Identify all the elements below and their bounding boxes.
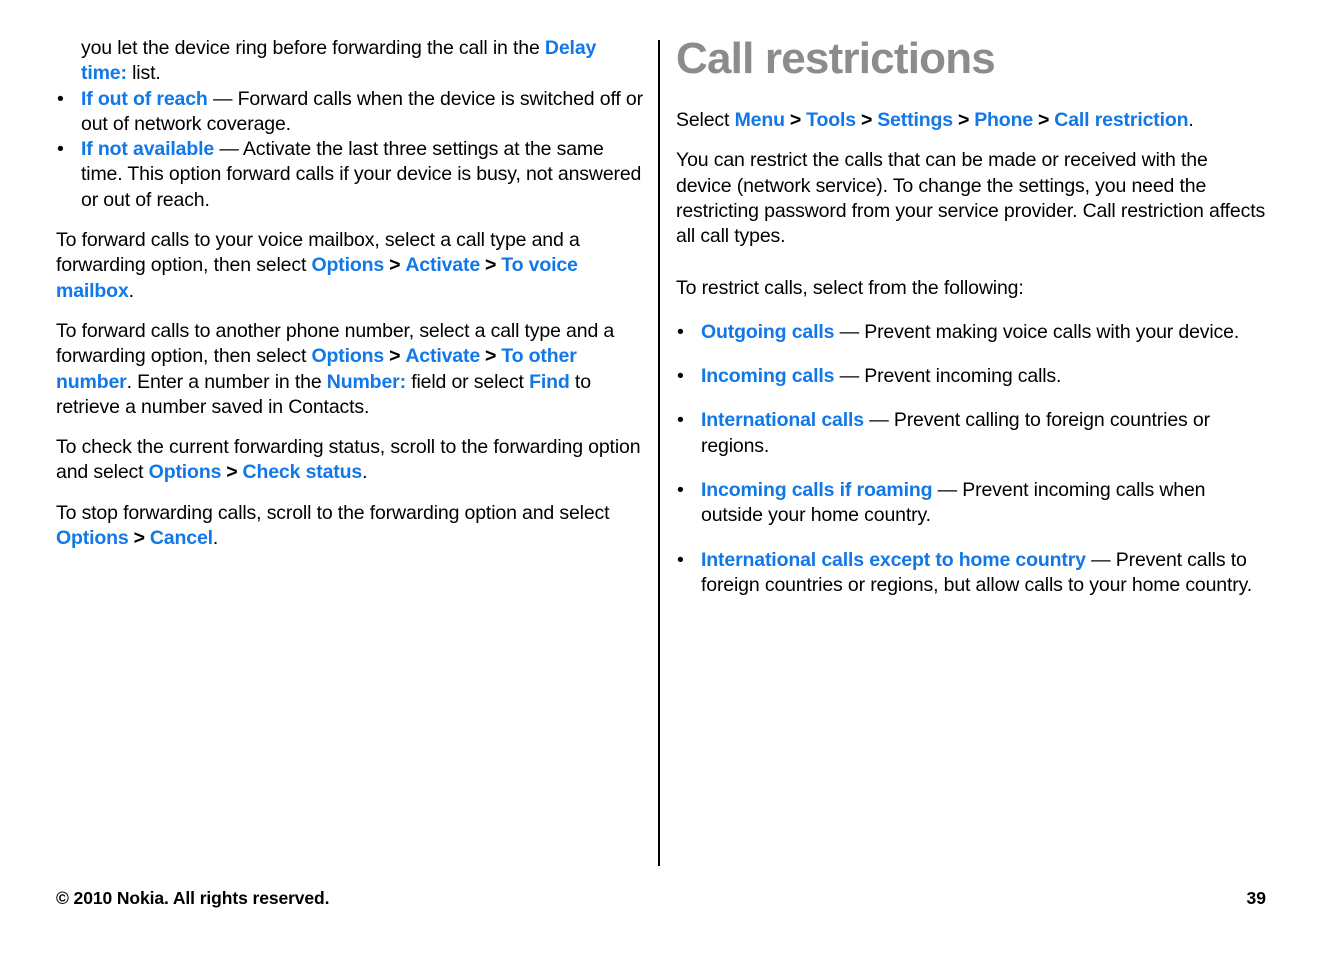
intro-paragraph: You can restrict the calls that can be m… xyxy=(676,149,1266,248)
options-link[interactable]: Options xyxy=(149,461,222,483)
option-dash: — xyxy=(932,478,963,501)
list-item: • International calls except to home coun… xyxy=(676,548,1268,599)
continuation-text-1: you let the device ring before forwardin… xyxy=(81,37,545,59)
activate-link[interactable]: Activate xyxy=(405,254,480,276)
copyright-notice: © 2010 Nokia. All rights reserved. xyxy=(56,888,330,908)
breadcrumb-prefix: Select xyxy=(676,109,735,131)
option-dash: — xyxy=(214,138,243,161)
page-footer: © 2010 Nokia. All rights reserved. 39 xyxy=(56,888,1266,914)
options-link[interactable]: Options xyxy=(56,527,129,549)
breadcrumb-item-menu[interactable]: Menu xyxy=(735,109,785,131)
option-dash: — xyxy=(1085,548,1116,571)
activate-link[interactable]: Activate xyxy=(405,345,480,367)
option-term-incoming-calls-if-roaming[interactable]: Incoming calls if roaming xyxy=(701,479,933,501)
breadcrumb-separator: > xyxy=(485,345,497,368)
option-term-international-calls[interactable]: International calls xyxy=(701,409,864,431)
breadcrumb-suffix: . xyxy=(1188,109,1194,131)
options-link[interactable]: Options xyxy=(312,254,385,276)
option-term-outgoing-calls[interactable]: Outgoing calls xyxy=(701,321,834,343)
option-dash: — xyxy=(863,409,894,432)
continuation-text-2: list. xyxy=(126,62,161,85)
bullet-icon: • xyxy=(57,87,64,110)
option-dash: — xyxy=(834,365,865,388)
restriction-options-list: • Outgoing calls — Prevent making voice c… xyxy=(676,320,1268,598)
paragraph-other-number: To forward calls to another phone number… xyxy=(56,319,646,420)
paragraph-check-status: To check the current forwarding status, … xyxy=(56,435,646,486)
list-intro-paragraph: To restrict calls, select from the follo… xyxy=(676,277,1024,300)
paragraph-voice-mailbox: To forward calls to your voice mailbox, … xyxy=(56,228,646,304)
continuation-paragraph: you let the device ring before forwardin… xyxy=(56,36,646,87)
bullet-icon: • xyxy=(677,320,684,343)
list-item: • Outgoing calls — Prevent making voice c… xyxy=(676,320,1268,345)
option-description: Prevent making voice calls with your dev… xyxy=(864,320,1240,343)
breadcrumb-separator: > xyxy=(957,109,970,131)
option-term-if-not-available[interactable]: If not available xyxy=(81,138,214,160)
paragraph-stop-forwarding: To stop forwarding calls, scroll to the … xyxy=(56,501,646,552)
bullet-icon: • xyxy=(677,548,684,571)
left-column: you let the device ring before forwardin… xyxy=(56,36,646,566)
breadcrumb-separator: > xyxy=(226,461,238,484)
list-item: • International calls — Prevent calling t… xyxy=(676,408,1268,459)
text-run: To stop forwarding calls, scroll to the … xyxy=(56,501,610,524)
bullet-icon: • xyxy=(677,365,684,388)
right-column: Call restrictions Select Menu > Tools > Sett… xyxy=(676,36,1268,598)
bullet-icon: • xyxy=(677,478,684,501)
breadcrumb-separator: > xyxy=(133,527,145,550)
option-dash: — xyxy=(834,320,865,343)
document-page: you let the device ring before forwardin… xyxy=(0,0,1322,954)
list-item: • If not available — Activate the last th… xyxy=(56,137,646,213)
find-link[interactable]: Find xyxy=(529,371,570,393)
column-divider xyxy=(658,40,660,866)
list-item: • Incoming calls if roaming — Prevent inc… xyxy=(676,478,1268,529)
number-field-link[interactable]: Number: xyxy=(327,371,406,393)
text-run: . xyxy=(128,279,134,302)
list-item: • If out of reach — Forward calls when th… xyxy=(56,87,646,138)
forwarding-options-list: • If out of reach — Forward calls when th… xyxy=(56,87,646,213)
breadcrumb-item-call-restriction[interactable]: Call restriction xyxy=(1054,109,1188,131)
breadcrumb-item-settings[interactable]: Settings xyxy=(877,109,953,131)
breadcrumb-separator: > xyxy=(389,345,401,368)
option-dash: — xyxy=(207,87,238,110)
breadcrumb-separator: > xyxy=(389,254,401,277)
text-run: field or select xyxy=(405,370,530,393)
breadcrumb-separator: > xyxy=(1038,109,1050,131)
check-status-link[interactable]: Check status xyxy=(243,461,363,483)
option-term-incoming-calls[interactable]: Incoming calls xyxy=(701,365,835,387)
option-term-if-out-of-reach[interactable]: If out of reach xyxy=(81,88,208,110)
breadcrumb-separator: > xyxy=(860,109,873,131)
page-title: Call restrictions xyxy=(676,34,996,83)
options-link[interactable]: Options xyxy=(312,345,385,367)
cancel-link[interactable]: Cancel xyxy=(150,527,213,549)
text-run: . xyxy=(212,527,219,550)
option-term-international-calls-except-home[interactable]: International calls except to home count… xyxy=(701,549,1086,571)
breadcrumb-item-phone[interactable]: Phone xyxy=(974,109,1033,131)
option-description: Prevent incoming calls. xyxy=(864,365,1062,388)
page-number: 39 xyxy=(1246,888,1266,908)
breadcrumb: Select Menu > Tools > Settings > Phone > Call re… xyxy=(676,108,1268,133)
text-run: . xyxy=(362,461,368,484)
list-item: • Incoming calls — Prevent incoming calls… xyxy=(676,364,1268,389)
breadcrumb-separator: > xyxy=(789,109,802,131)
breadcrumb-item-tools[interactable]: Tools xyxy=(806,109,856,131)
bullet-icon: • xyxy=(57,138,64,161)
breadcrumb-separator: > xyxy=(485,254,497,277)
bullet-icon: • xyxy=(677,409,684,432)
text-run: . Enter a number in the xyxy=(126,370,327,393)
